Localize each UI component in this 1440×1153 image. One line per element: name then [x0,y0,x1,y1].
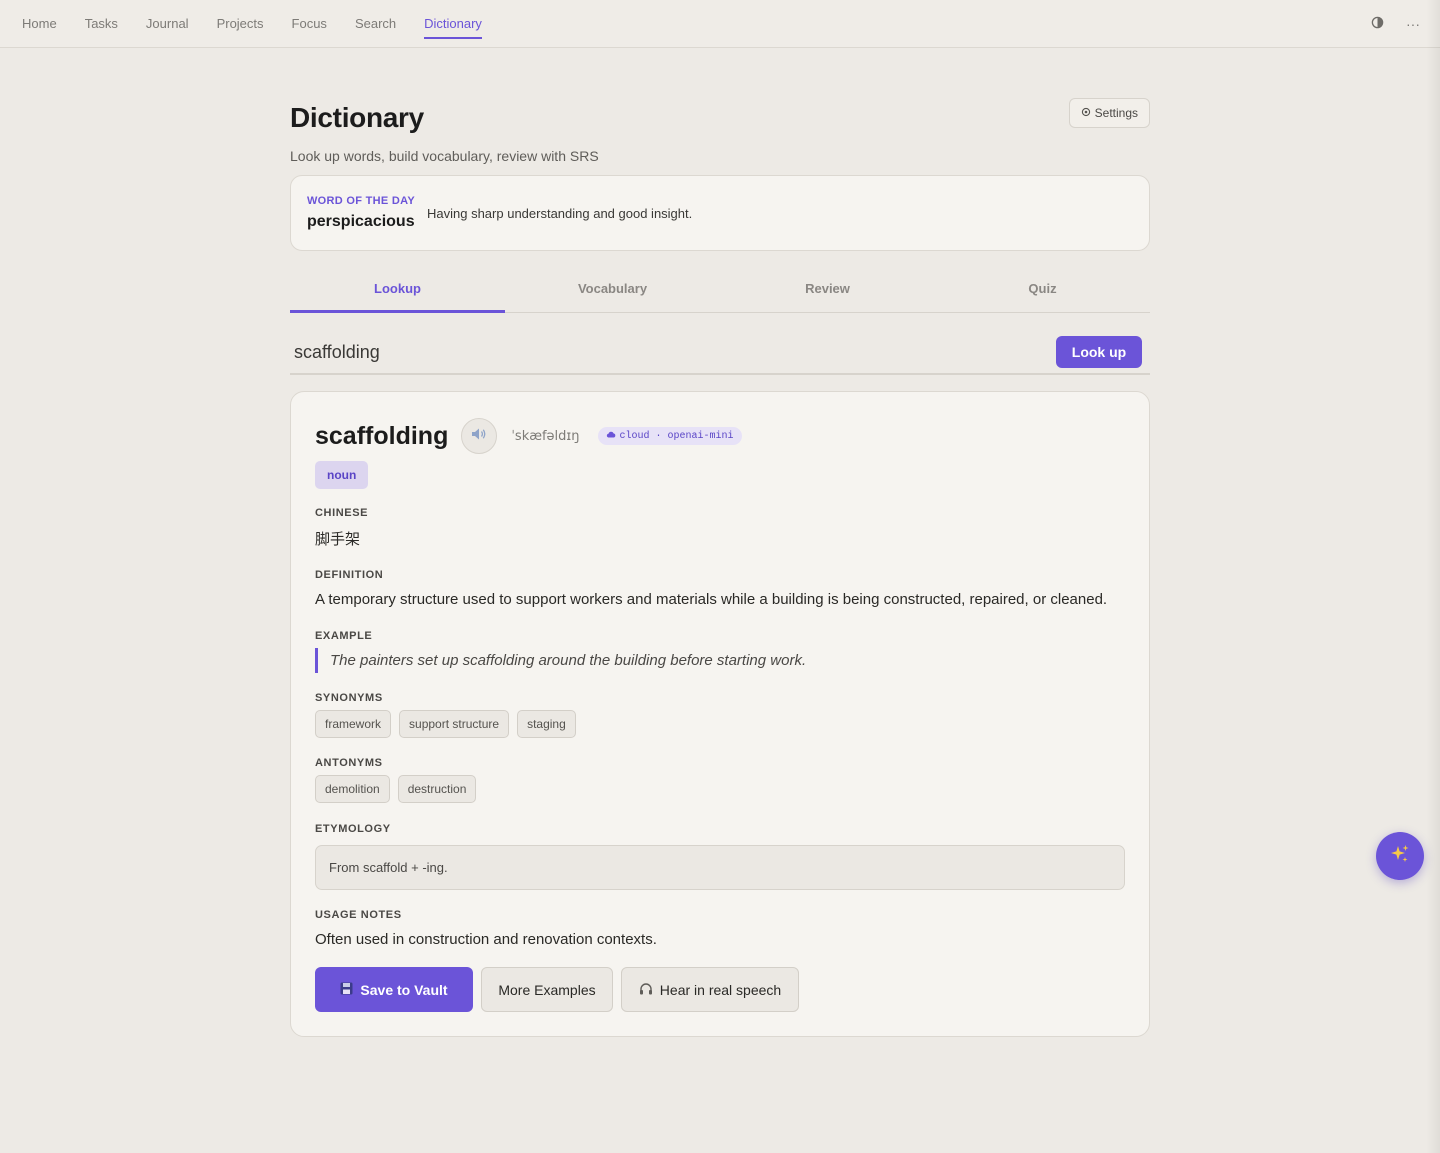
gear-icon [1081,106,1091,120]
entry-ipa: ˈskæfəldɪŋ [511,428,580,444]
settings-button[interactable]: Settings [1068,98,1150,128]
nav-items: Home Tasks Journal Projects Focus Search… [22,0,510,48]
ai-assistant-button[interactable] [1376,832,1424,880]
page-subtitle: Look up words, build vocabulary, review … [290,148,599,164]
look-up-button[interactable]: Look up [1056,336,1142,368]
settings-label: Settings [1094,106,1138,120]
synonyms-label: SYNONYMS [315,692,383,704]
part-of-speech-badge: noun [315,461,369,489]
nav-item-dictionary[interactable]: Dictionary [424,0,482,48]
source-badge: cloud · openai-mini [597,427,742,445]
synonym-chip[interactable]: support structure [399,710,510,738]
tab-vocabulary[interactable]: Vocabulary [505,266,720,312]
pronounce-button[interactable] [461,418,498,454]
right-edge-shadow [1426,0,1440,1153]
more-examples-label: More Examples [498,981,596,998]
nav-right: ··· [1371,0,1420,48]
antonym-chip[interactable]: destruction [397,775,477,803]
synonym-chip[interactable]: staging [517,710,576,738]
example-label: EXAMPLE [315,630,373,642]
nav-item-focus[interactable]: Focus [292,0,327,48]
dictionary-tabs: Lookup Vocabulary Review Quiz [290,266,1150,313]
speaker-icon [471,427,487,446]
more-examples-button[interactable]: More Examples [481,967,613,1012]
entry-header: scaffolding ˈskæfəldɪŋ cloud · openai-mi… [315,418,742,454]
tab-review[interactable]: Review [720,266,935,312]
top-nav: Home Tasks Journal Projects Focus Search… [0,0,1440,48]
usage-notes-label: USAGE NOTES [315,909,402,921]
example-quote: The painters set up scaffolding around t… [315,648,806,673]
source-label: cloud · openai-mini [619,430,734,442]
wotd-label: WORD OF THE DAY [307,195,415,207]
more-icon[interactable]: ··· [1406,16,1420,32]
chinese-translation: 脚手架 [315,530,361,548]
headphones-icon [639,982,653,998]
save-to-vault-label: Save to Vault [360,981,448,998]
floppy-disk-icon [340,982,353,998]
entry-card: scaffolding ˈskæfəldɪŋ cloud · openai-mi… [290,391,1150,1037]
nav-item-search[interactable]: Search [355,0,396,48]
antonyms-list: demolition destruction [315,775,477,803]
hear-in-real-speech-label: Hear in real speech [659,981,782,998]
wotd-word[interactable]: perspicacious [307,213,415,231]
synonyms-list: framework support structure staging [315,710,576,738]
entry-headword: scaffolding [315,421,449,450]
theme-toggle-icon[interactable] [1371,16,1384,32]
nav-item-tasks[interactable]: Tasks [85,0,118,48]
etymology-box: From scaffold + -ing. [315,845,1125,890]
nav-item-home[interactable]: Home [22,0,57,48]
tab-lookup[interactable]: Lookup [290,266,505,313]
cloud-icon [606,431,616,442]
chinese-label: CHINESE [315,507,369,519]
tab-quiz[interactable]: Quiz [935,266,1150,312]
nav-item-journal[interactable]: Journal [146,0,189,48]
etymology-label: ETYMOLOGY [315,823,391,835]
entry-actions: Save to Vault More Examples Hear in real… [315,967,799,1012]
antonyms-label: ANTONYMS [315,757,383,769]
sparkles-icon [1389,843,1411,870]
synonym-chip[interactable]: framework [315,710,392,738]
hear-in-real-speech-button[interactable]: Hear in real speech [621,967,799,1012]
definition-text: A temporary structure used to support wo… [315,591,1108,608]
definition-label: DEFINITION [315,569,384,581]
nav-item-projects[interactable]: Projects [217,0,264,48]
usage-notes-text: Often used in construction and renovatio… [315,931,657,948]
page-title: Dictionary [290,102,424,133]
antonym-chip[interactable]: demolition [315,775,390,803]
save-to-vault-button[interactable]: Save to Vault [315,967,473,1012]
wotd-definition: Having sharp understanding and good insi… [427,206,693,221]
lookup-input[interactable] [294,340,1034,364]
lookup-search-row: Look up [290,330,1150,375]
word-of-the-day-card: WORD OF THE DAY perspicacious Having sha… [290,175,1150,251]
